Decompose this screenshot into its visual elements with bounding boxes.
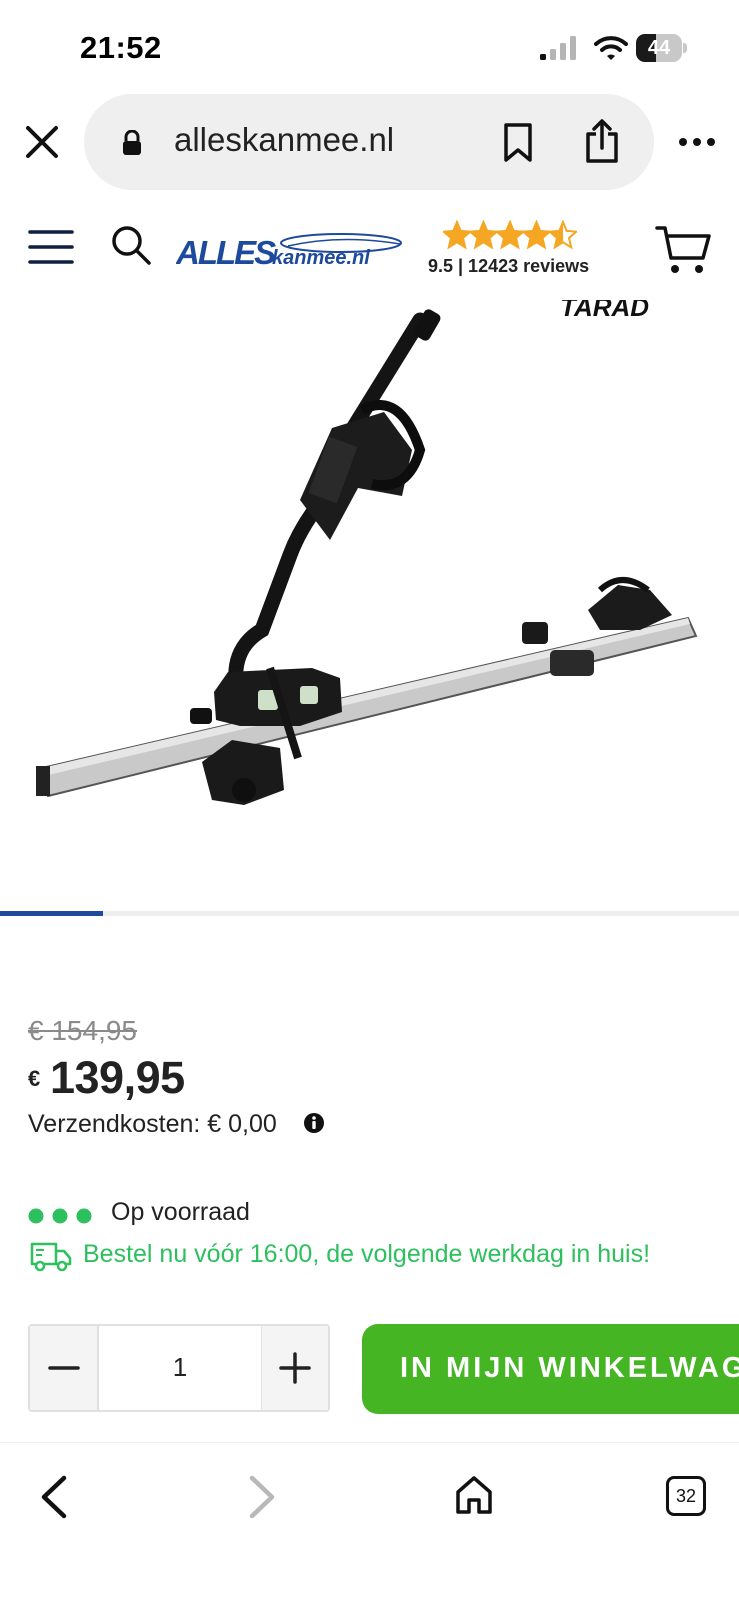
add-to-cart-label: IN MIJN WINKELWAGEN: [400, 1352, 739, 1384]
gallery-progress-track: [0, 911, 739, 916]
plus-icon: [279, 1352, 311, 1384]
status-time: 21:52: [80, 30, 162, 65]
minus-icon: [48, 1366, 80, 1370]
svg-text:kanmee.nl: kanmee.nl: [272, 247, 370, 269]
quantity-input[interactable]: 1: [100, 1352, 260, 1383]
star-2: [496, 222, 524, 248]
decrease-quantity-button[interactable]: [30, 1326, 98, 1410]
more-icon[interactable]: [678, 132, 716, 152]
increase-quantity-button[interactable]: [262, 1326, 328, 1410]
tab-switcher-button[interactable]: 32: [666, 1476, 706, 1516]
svg-text:ALLES: ALLES: [176, 234, 276, 271]
chevron-right-icon[interactable]: [246, 1474, 280, 1520]
star-3: [523, 222, 550, 248]
info-icon[interactable]: [303, 1112, 325, 1134]
signal-icon: [540, 36, 576, 60]
old-price: € 154,95: [28, 1015, 137, 1046]
home-icon[interactable]: [454, 1474, 494, 1516]
lock-icon: [123, 130, 141, 155]
rating-stars: [443, 220, 577, 250]
share-icon[interactable]: [584, 118, 620, 164]
cart-icon[interactable]: [655, 224, 713, 276]
price: 139,95: [50, 1052, 185, 1103]
wifi-icon: [594, 36, 628, 60]
battery-indicator: 44: [636, 34, 688, 62]
hamburger-icon[interactable]: [28, 228, 74, 266]
truck-icon: [30, 1242, 72, 1272]
battery-percent: 44: [647, 37, 671, 59]
brand-watermark: TARAD: [560, 300, 649, 322]
delivery-promise: Bestel nu vóór 16:00, de volgende werkda…: [83, 1240, 651, 1268]
product-image[interactable]: TARAD: [0, 300, 739, 910]
bookmark-icon[interactable]: [502, 122, 534, 164]
url-text[interactable]: alleskanmee.nl: [174, 121, 394, 159]
add-to-cart-button[interactable]: IN MIJN WINKELWAGEN: [362, 1324, 739, 1414]
shipping-cost: Verzendkosten: € 0,00: [28, 1110, 277, 1138]
rating-text[interactable]: 9.5 | 12423 reviews: [428, 256, 589, 277]
search-icon[interactable]: [110, 224, 152, 266]
stock-indicator-dots: [28, 1208, 92, 1224]
star-1: [470, 222, 497, 248]
site-logo[interactable]: ALLES kanmee.nl: [176, 230, 402, 272]
gallery-progress-fill: [0, 911, 104, 916]
close-icon[interactable]: [22, 122, 62, 162]
stock-status: Op voorraad: [111, 1198, 250, 1226]
chevron-left-icon[interactable]: [36, 1474, 70, 1520]
currency-symbol: €: [28, 1066, 41, 1091]
star-0: [443, 222, 471, 248]
